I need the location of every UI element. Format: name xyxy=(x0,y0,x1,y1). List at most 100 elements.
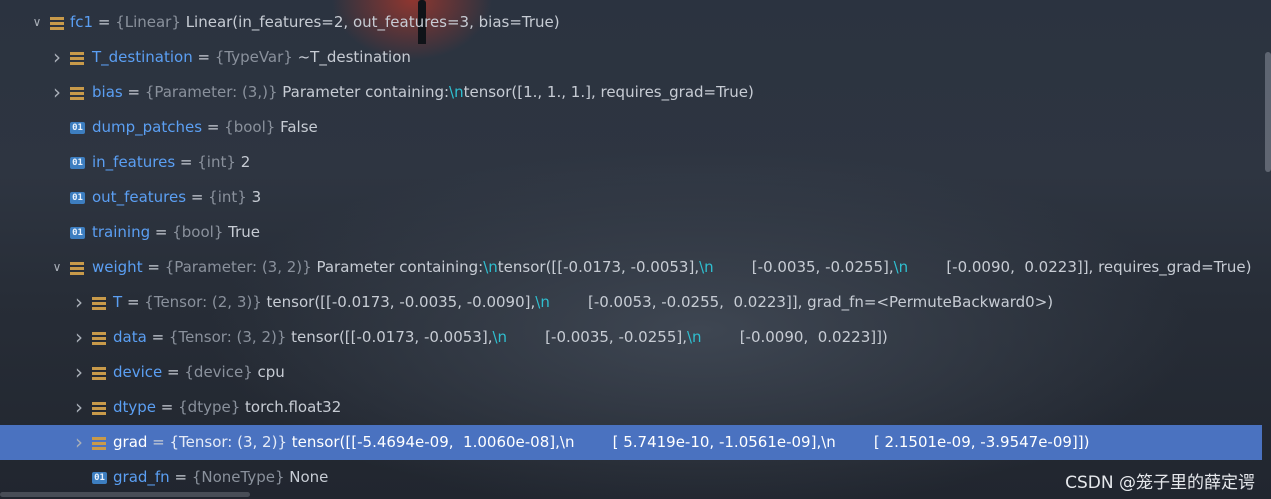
tree-row-text: fc1 = {Linear} Linear(in_features=2, out… xyxy=(70,5,560,40)
newline-escape: \n xyxy=(449,83,464,101)
variable-type: {bool} xyxy=(224,118,276,136)
tree-row-in-features[interactable]: 01 in_features = {int} 2 xyxy=(0,145,1262,180)
newline-escape: \n xyxy=(559,433,575,451)
variable-value: torch.float32 xyxy=(245,398,342,416)
variable-value: tensor([[-0.0173, -0.0035, -0.0090],\n [… xyxy=(266,293,1054,311)
field-icon xyxy=(92,331,106,345)
chevron-right-icon[interactable]: › xyxy=(72,320,86,355)
variable-name: dtype xyxy=(113,398,157,416)
variable-name: grad_fn xyxy=(113,468,170,486)
tree-row-fc1[interactable]: ∨ fc1 = {Linear} Linear(in_features=2, ou… xyxy=(0,5,1262,40)
variable-value: tensor([[-0.0173, -0.0053],\n [-0.0035, … xyxy=(291,328,888,346)
tree-row-text: in_features = {int} 2 xyxy=(92,145,250,180)
variable-value: ~T_destination xyxy=(297,48,411,66)
chevron-right-icon[interactable]: › xyxy=(72,390,86,425)
variable-name: in_features xyxy=(92,153,176,171)
equals-sign: = xyxy=(146,328,169,346)
vertical-scrollbar[interactable] xyxy=(1265,52,1271,172)
field-icon xyxy=(50,16,64,30)
variable-value: Parameter containing:\ntensor([1., 1., 1… xyxy=(282,83,754,101)
variable-value: True xyxy=(228,223,261,241)
variable-name: dump_patches xyxy=(92,118,203,136)
chevron-down-icon[interactable]: ∨ xyxy=(50,250,64,285)
chevron-right-icon[interactable]: › xyxy=(50,40,64,75)
variable-type: {Parameter: (3,)} xyxy=(144,83,278,101)
chevron-down-icon[interactable]: ∨ xyxy=(30,5,44,40)
tree-row-t-destination[interactable]: › T_destination = {TypeVar} ~T_destinatio… xyxy=(0,40,1262,75)
variables-tree[interactable]: ∨ fc1 = {Linear} Linear(in_features=2, ou… xyxy=(0,5,1262,495)
field-icon xyxy=(70,86,84,100)
field-icon xyxy=(92,436,106,450)
field-icon xyxy=(92,296,106,310)
variable-name: bias xyxy=(92,83,123,101)
tree-row-text: grad_fn = {NoneType} None xyxy=(113,460,328,495)
variable-name: T xyxy=(113,293,123,311)
variable-type: {TypeVar} xyxy=(214,48,293,66)
variable-value: Linear(in_features=2, out_features=3, bi… xyxy=(185,13,560,31)
tree-row-text: weight = {Parameter: (3, 2)} Parameter c… xyxy=(92,250,1251,285)
equals-sign: = xyxy=(186,188,209,206)
variable-value: 2 xyxy=(240,153,251,171)
tree-row-out-features[interactable]: 01 out_features = {int} 3 xyxy=(0,180,1262,215)
equals-sign: = xyxy=(169,468,192,486)
newline-escape: \n xyxy=(483,258,498,276)
variable-name: out_features xyxy=(92,188,187,206)
field-icon xyxy=(92,366,106,380)
variable-name: fc1 xyxy=(70,13,94,31)
variable-name: device xyxy=(113,363,163,381)
tree-row-grad[interactable]: › grad = {Tensor: (3, 2)} tensor([[-5.469… xyxy=(0,425,1262,460)
chevron-right-icon[interactable]: › xyxy=(72,425,86,460)
tree-row-text: data = {Tensor: (3, 2)} tensor([[-0.0173… xyxy=(113,320,888,355)
variable-name: grad xyxy=(113,433,148,451)
variable-name: weight xyxy=(92,258,143,276)
variable-name: training xyxy=(92,223,151,241)
tree-row-dump-patches[interactable]: 01 dump_patches = {bool} False xyxy=(0,110,1262,145)
variable-type: {Parameter: (3, 2)} xyxy=(164,258,312,276)
variable-type: {Linear} xyxy=(115,13,181,31)
tree-row-dtype[interactable]: › dtype = {dtype} torch.float32 xyxy=(0,390,1262,425)
variable-value: 3 xyxy=(251,188,262,206)
primitive-icon: 01 xyxy=(70,122,85,134)
field-icon xyxy=(92,401,106,415)
variable-type: {NoneType} xyxy=(191,468,285,486)
tree-row-text: T_destination = {TypeVar} ~T_destination xyxy=(92,40,411,75)
variable-value: None xyxy=(289,468,329,486)
variable-value: Parameter containing:\ntensor([[-0.0173,… xyxy=(316,258,1252,276)
equals-sign: = xyxy=(192,48,215,66)
equals-sign: = xyxy=(162,363,185,381)
equals-sign: = xyxy=(150,223,173,241)
newline-escape: \n xyxy=(492,328,508,346)
tree-row-text: bias = {Parameter: (3,)} Parameter conta… xyxy=(92,75,754,110)
equals-sign: = xyxy=(122,83,145,101)
watermark: CSDN @笼子里的薛定谔 xyxy=(1065,473,1255,493)
primitive-icon: 01 xyxy=(70,192,85,204)
chevron-right-icon[interactable]: › xyxy=(72,285,86,320)
variable-type: {Tensor: (2, 3)} xyxy=(144,293,262,311)
variable-type: {Tensor: (3, 2)} xyxy=(168,328,287,346)
horizontal-scrollbar[interactable] xyxy=(0,492,250,497)
variable-type: {int} xyxy=(197,153,236,171)
tree-row-bias[interactable]: › bias = {Parameter: (3,)} Parameter cont… xyxy=(0,75,1262,110)
tree-row-weight[interactable]: ∨ weight = {Parameter: (3, 2)} Parameter … xyxy=(0,250,1262,285)
newline-escape: \n xyxy=(699,258,714,276)
chevron-right-icon[interactable]: › xyxy=(50,75,64,110)
variable-type: {dtype} xyxy=(178,398,241,416)
variable-type: {device} xyxy=(184,363,253,381)
variable-value: False xyxy=(280,118,318,136)
tree-row-data[interactable]: › data = {Tensor: (3, 2)} tensor([[-0.017… xyxy=(0,320,1262,355)
variable-type: {int} xyxy=(208,188,247,206)
tree-row-text: dtype = {dtype} torch.float32 xyxy=(113,390,341,425)
tree-row-t[interactable]: › T = {Tensor: (2, 3)} tensor([[-0.0173, … xyxy=(0,285,1262,320)
equals-sign: = xyxy=(202,118,225,136)
tree-row-training[interactable]: 01 training = {bool} True xyxy=(0,215,1262,250)
tree-row-text: out_features = {int} 3 xyxy=(92,180,261,215)
tree-row-device[interactable]: › device = {device} cpu xyxy=(0,355,1262,390)
tree-row-text: grad = {Tensor: (3, 2)} tensor([[-5.4694… xyxy=(113,425,1089,460)
variable-name: data xyxy=(113,328,147,346)
chevron-right-icon[interactable]: › xyxy=(72,355,86,390)
equals-sign: = xyxy=(122,293,145,311)
newline-escape: \n xyxy=(821,433,836,451)
tree-row-text: T = {Tensor: (2, 3)} tensor([[-0.0173, -… xyxy=(113,285,1053,320)
tree-row-text: device = {device} cpu xyxy=(113,355,285,390)
variable-type: {bool} xyxy=(172,223,224,241)
